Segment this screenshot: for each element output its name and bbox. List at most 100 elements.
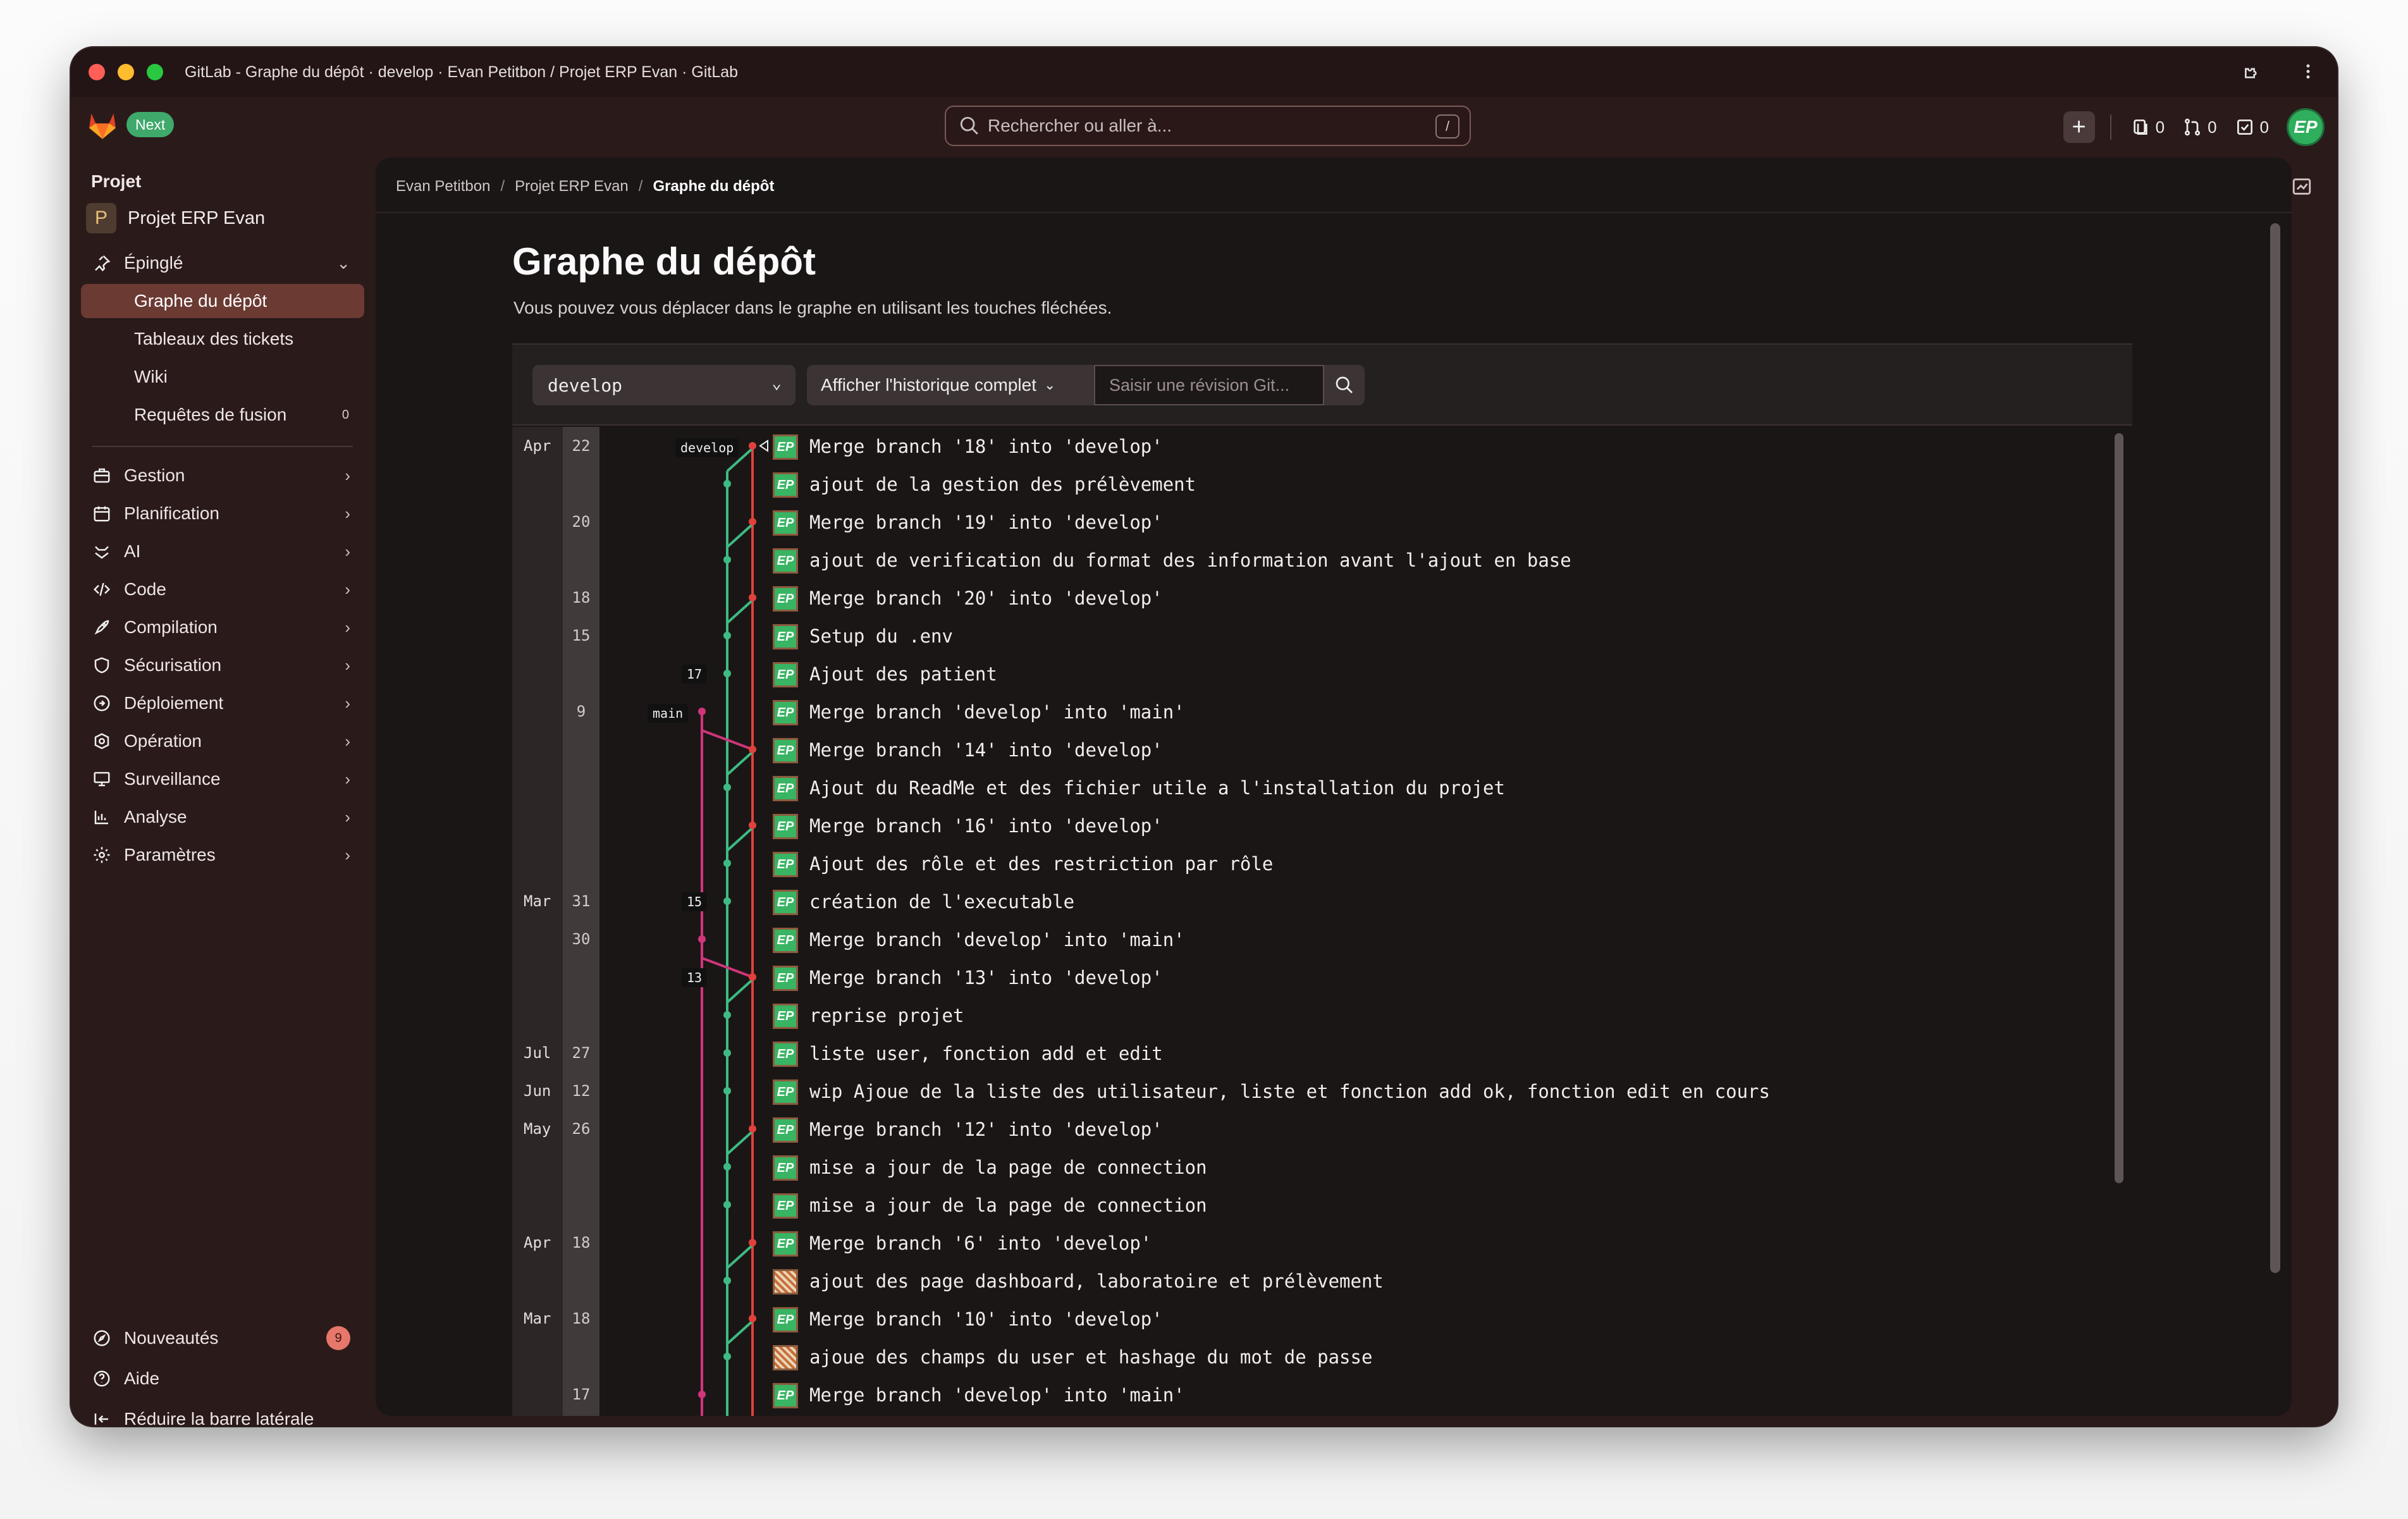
author-avatar[interactable]: EP [773, 1079, 798, 1105]
commit-row[interactable]: EP Ajout des rôle et des restriction par … [512, 844, 2132, 882]
feedback-icon[interactable] [2287, 171, 2317, 202]
more-menu-icon[interactable] [2297, 60, 2319, 83]
commit-message[interactable]: Ajout des rôle et des restriction par rô… [809, 853, 1273, 875]
author-avatar[interactable]: EP [773, 700, 798, 725]
commit-message[interactable]: Merge branch 'develop' into 'main' [809, 1384, 1185, 1406]
commit-message[interactable]: Merge branch '18' into 'develop' [809, 436, 1163, 457]
author-avatar[interactable]: EP [773, 510, 798, 536]
author-avatar[interactable]: EP [773, 1231, 798, 1257]
commit-row[interactable]: May 26 EP Merge branch '12' into 'develop' [512, 1110, 2132, 1148]
tag-ref[interactable]: 13 [682, 968, 708, 987]
commit-row[interactable]: EP mise a jour de la page de connection [512, 1148, 2132, 1186]
commit-message[interactable]: Merge branch '12' into 'develop' [809, 1119, 1163, 1140]
commit-row[interactable]: 20 EP Merge branch '19' into 'develop' [512, 503, 2132, 541]
commit-row[interactable]: EP Merge branch '14' into 'develop' [512, 730, 2132, 768]
author-avatar[interactable]: EP [773, 966, 798, 991]
graph-scrollbar[interactable] [2115, 433, 2123, 1183]
next-badge[interactable]: Next [126, 112, 175, 137]
commit-row[interactable]: 17 EP Merge branch 'develop' into 'main' [512, 1375, 2132, 1413]
commit-row[interactable]: EP ajout de la gestion des prélèvement [512, 465, 2132, 503]
commit-row[interactable]: EP Ajout des patient [512, 655, 2132, 692]
commit-message[interactable]: Merge branch '19' into 'develop' [809, 512, 1163, 533]
sidebar-item-planification[interactable]: Planification › [81, 496, 364, 531]
sidebar-item-securisation[interactable]: Sécurisation › [81, 648, 364, 682]
author-avatar[interactable]: EP [773, 890, 798, 915]
author-avatar[interactable]: EP [773, 738, 798, 763]
commit-message[interactable]: ajout de verification du format des info… [809, 550, 1571, 571]
history-dropdown[interactable]: Afficher l'historique complet ⌄ [807, 365, 1094, 405]
commit-message[interactable]: mise a jour de la page de connection [809, 1195, 1207, 1216]
commit-row[interactable]: EP Ajout du ReadMe et des fichier utile a… [512, 768, 2132, 806]
commit-row[interactable]: EP ajout de verification du format des in… [512, 541, 2132, 579]
author-avatar[interactable]: EP [773, 814, 798, 839]
sidebar-item-gestion[interactable]: Gestion › [81, 458, 364, 493]
author-avatar[interactable]: EP [773, 852, 798, 877]
sidebar-whats-new[interactable]: Nouveautés 9 [81, 1321, 364, 1355]
author-avatar[interactable] [773, 1269, 798, 1295]
author-avatar[interactable]: EP [773, 548, 798, 574]
commit-row[interactable]: EP Merge branch '13' into 'develop' [512, 958, 2132, 996]
todos-button[interactable]: 0 [2235, 117, 2269, 137]
tag-ref[interactable]: 15 [682, 892, 708, 911]
commit-message[interactable]: reprise projet [809, 1005, 964, 1026]
author-avatar[interactable]: EP [773, 624, 798, 649]
commit-message[interactable]: Merge branch '13' into 'develop' [809, 967, 1163, 988]
sidebar-item-wiki[interactable]: Wiki [81, 360, 364, 394]
revision-search-button[interactable] [1324, 365, 1365, 405]
commit-row[interactable]: 15 EP Setup du .env [512, 617, 2132, 655]
sidebar-item-analyse[interactable]: Analyse › [81, 800, 364, 834]
branch-ref-develop[interactable]: develop [675, 438, 739, 457]
commit-row[interactable]: EP reprise projet [512, 996, 2132, 1034]
commit-row[interactable]: EP mise a jour de la page de connection [512, 1186, 2132, 1224]
author-avatar[interactable]: EP [773, 776, 798, 801]
breadcrumb-item-current[interactable]: Graphe du dépôt [653, 178, 774, 195]
sidebar-item-deploiement[interactable]: Déploiement › [81, 686, 364, 720]
author-avatar[interactable]: EP [773, 1193, 798, 1219]
breadcrumb-item-project[interactable]: Projet ERP Evan [515, 178, 629, 195]
sidebar-item-parametres[interactable]: Paramètres › [81, 838, 364, 872]
commit-row[interactable]: Mar 18 EP Merge branch '10' into 'develop' [512, 1300, 2132, 1338]
commit-message[interactable]: Merge branch '20' into 'develop' [809, 587, 1163, 609]
commit-message[interactable]: Merge branch '10' into 'develop' [809, 1308, 1163, 1330]
sidebar-item-surveillance[interactable]: Surveillance › [81, 762, 364, 796]
commit-row[interactable]: Jun 12 EP wip Ajoue de la liste des utilisa… [512, 1072, 2132, 1110]
author-avatar[interactable]: EP [773, 662, 798, 687]
sidebar-item-code[interactable]: Code › [81, 572, 364, 606]
author-avatar[interactable]: EP [773, 1307, 798, 1332]
search-input[interactable]: Rechercher ou aller à... / [945, 106, 1471, 146]
sidebar-pinned-toggle[interactable]: Épinglé ⌄ [81, 246, 364, 280]
commit-message[interactable]: liste user, fonction add et edit [809, 1043, 1163, 1064]
author-avatar[interactable]: EP [773, 472, 798, 498]
author-avatar[interactable]: EP [773, 1383, 798, 1408]
commit-message[interactable]: création de l'executable [809, 891, 1074, 913]
commit-message[interactable]: Merge branch 'develop' into 'main' [809, 929, 1185, 950]
sidebar-help[interactable]: Aide [81, 1362, 364, 1396]
commit-message[interactable]: wip Ajoue de la liste des utilisateur, l… [809, 1081, 1770, 1102]
sidebar-collapse[interactable]: Réduire la barre latérale [81, 1402, 364, 1426]
commit-row[interactable]: Jul 27 EP liste user, fonction add et edit [512, 1034, 2132, 1072]
commit-row[interactable]: Apr 18 EP Merge branch '6' into 'develop' [512, 1224, 2132, 1262]
commit-message[interactable]: Ajout du ReadMe et des fichier utile a l… [809, 777, 1505, 799]
commit-message[interactable]: Ajout des patient [809, 663, 997, 685]
commit-message[interactable]: ajout des page dashboard, laboratoire et… [809, 1270, 1384, 1292]
sidebar-item-compilation[interactable]: Compilation › [81, 610, 364, 644]
commit-row[interactable]: EP Merge branch '16' into 'develop' [512, 806, 2132, 844]
extensions-icon[interactable] [2241, 60, 2264, 83]
minimize-window-button[interactable] [118, 64, 134, 80]
create-new-button[interactable]: + [2063, 111, 2095, 143]
gitlab-logo-icon[interactable] [85, 107, 120, 142]
commit-row[interactable]: ajoue des champs du user et hashage du m… [512, 1338, 2132, 1375]
commit-row[interactable]: Mar 31 EP création de l'executable [512, 882, 2132, 920]
commit-message[interactable]: ajout de la gestion des prélèvement [809, 474, 1196, 495]
branch-select[interactable]: develop ⌄ [532, 365, 796, 405]
sidebar-project-link[interactable]: P Projet ERP Evan [86, 203, 265, 233]
author-avatar[interactable]: EP [773, 434, 798, 460]
sidebar-item-issue-boards[interactable]: Tableaux des tickets [81, 322, 364, 356]
tag-ref[interactable]: 17 [682, 665, 708, 684]
issues-button[interactable]: 0 [2130, 117, 2165, 137]
sidebar-item-operation[interactable]: Opération › [81, 724, 364, 758]
commit-message[interactable]: Merge branch '14' into 'develop' [809, 739, 1163, 761]
commit-message[interactable]: Merge branch '16' into 'develop' [809, 815, 1163, 837]
sidebar-item-ai[interactable]: AI › [81, 534, 364, 569]
commit-row[interactable]: 18 EP Merge branch '20' into 'develop' [512, 579, 2132, 617]
